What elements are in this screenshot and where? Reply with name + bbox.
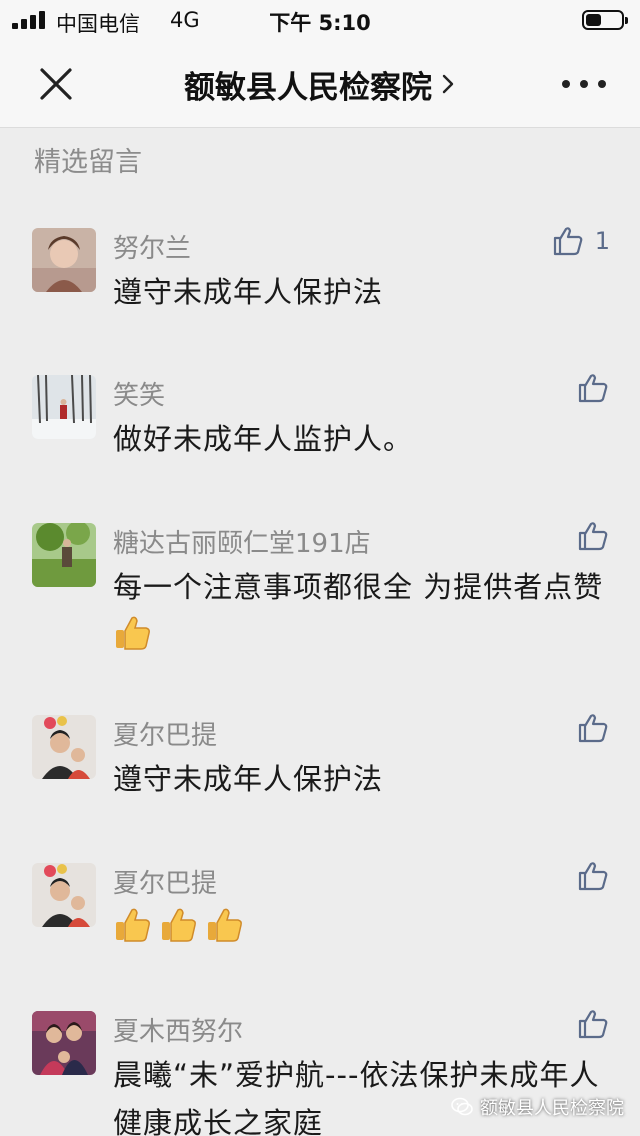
avatar[interactable] bbox=[32, 523, 96, 587]
thumbs-up-emoji-icon bbox=[116, 908, 150, 942]
close-icon bbox=[40, 68, 72, 100]
comment-author: 夏尔巴提 bbox=[113, 721, 218, 751]
close-button[interactable] bbox=[34, 62, 78, 106]
avatar[interactable] bbox=[32, 863, 96, 927]
more-button[interactable] bbox=[556, 66, 612, 102]
wechat-icon bbox=[451, 1097, 473, 1116]
like-button[interactable]: 1 bbox=[551, 224, 610, 258]
like-button[interactable] bbox=[576, 519, 610, 553]
avatar[interactable] bbox=[32, 375, 96, 439]
thumbs-up-emoji-icon bbox=[162, 908, 196, 942]
comment-item: 努尔兰 遵守未成年人保护法 1 bbox=[0, 227, 640, 309]
comment-text: 做好未成年人监护人。 bbox=[113, 422, 414, 456]
nav-bar: 额敏县人民检察院 bbox=[0, 40, 640, 128]
more-dot bbox=[580, 80, 588, 88]
comment-text-body: 每一个注意事项都很全 为提供者点赞 bbox=[113, 570, 604, 604]
comment-text: 遵守未成年人保护法 bbox=[113, 762, 384, 796]
comment-author: 糖达古丽颐仁堂191店 bbox=[113, 529, 371, 559]
chevron-right-icon bbox=[442, 74, 454, 94]
account-title-link[interactable]: 额敏县人民检察院 bbox=[150, 40, 490, 128]
more-dot bbox=[598, 80, 606, 88]
section-title: 精选留言 bbox=[34, 147, 142, 178]
comment-item: 糖达古丽颐仁堂191店 每一个注意事项都很全 为提供者点赞 bbox=[0, 522, 640, 653]
like-button[interactable] bbox=[576, 371, 610, 405]
comment-item: 夏尔巴提 遵守未成年人保护法 bbox=[0, 714, 640, 796]
thumbs-up-icon bbox=[578, 862, 608, 891]
watermark-text: 额敏县人民检察院 bbox=[480, 1098, 624, 1119]
avatar[interactable] bbox=[32, 1011, 96, 1075]
comment-emoji-row bbox=[113, 903, 613, 951]
comment-item: 夏尔巴提 bbox=[0, 862, 640, 953]
like-button[interactable] bbox=[576, 1007, 610, 1041]
like-button[interactable] bbox=[576, 859, 610, 893]
avatar[interactable] bbox=[32, 228, 96, 292]
status-bar: 中国电信 4G 下午 5:10 bbox=[0, 0, 640, 40]
thumbs-up-icon bbox=[578, 522, 608, 551]
like-count: 1 bbox=[594, 227, 610, 255]
comment-text: 每一个注意事项都很全 为提供者点赞 bbox=[113, 563, 613, 659]
thumbs-up-icon bbox=[553, 227, 583, 256]
thumbs-up-emoji-icon bbox=[116, 616, 150, 650]
status-time: 下午 5:10 bbox=[269, 11, 371, 35]
comment-author: 努尔兰 bbox=[113, 234, 192, 264]
thumbs-up-icon bbox=[578, 1010, 608, 1039]
more-dot bbox=[562, 80, 570, 88]
comment-author: 笑笑 bbox=[113, 381, 166, 411]
avatar[interactable] bbox=[32, 715, 96, 779]
comment-item: 笑笑 做好未成年人监护人。 bbox=[0, 374, 640, 456]
comment-text: 遵守未成年人保护法 bbox=[113, 275, 384, 309]
thumbs-up-icon bbox=[578, 374, 608, 403]
thumbs-up-icon bbox=[578, 714, 608, 743]
battery-icon bbox=[582, 10, 628, 30]
comment-author: 夏尔巴提 bbox=[113, 869, 218, 899]
like-button[interactable] bbox=[576, 711, 610, 745]
page-title: 额敏县人民检察院 bbox=[184, 69, 432, 106]
watermark: 额敏县人民检察院 bbox=[450, 1094, 624, 1120]
thumbs-up-emoji-icon bbox=[208, 908, 242, 942]
comment-author: 夏木西努尔 bbox=[113, 1017, 244, 1047]
